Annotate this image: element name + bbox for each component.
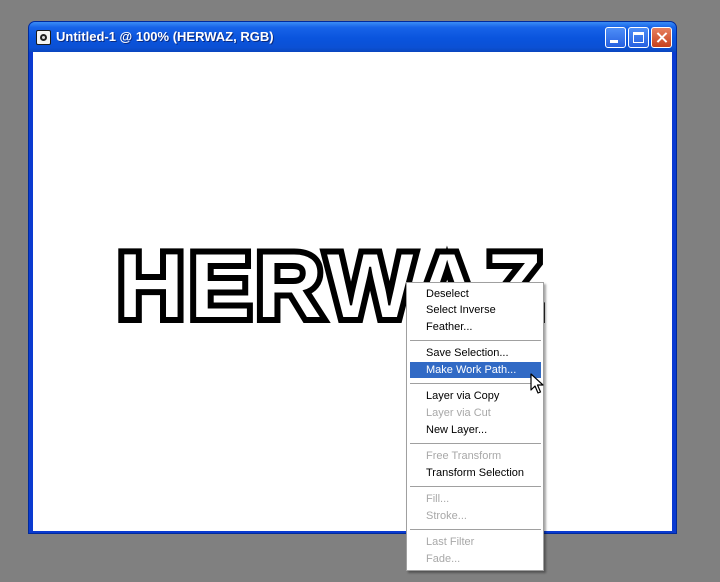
menu-item-feather[interactable]: Feather...	[410, 319, 541, 335]
menu-item-layer-via-copy[interactable]: Layer via Copy	[410, 388, 541, 404]
menu-separator	[410, 383, 541, 384]
menu-separator	[410, 486, 541, 487]
title-bar[interactable]: Untitled-1 @ 100% (HERWAZ, RGB)	[29, 22, 676, 52]
menu-item-stroke[interactable]: Stroke...	[410, 508, 541, 524]
maximize-button[interactable]	[628, 27, 649, 48]
context-menu: Deselect Select Inverse Feather... Save …	[406, 282, 544, 571]
menu-item-free-transform[interactable]: Free Transform	[410, 448, 541, 464]
menu-item-make-work-path[interactable]: Make Work Path...	[410, 362, 541, 378]
menu-item-save-selection[interactable]: Save Selection...	[410, 345, 541, 361]
menu-item-new-layer[interactable]: New Layer...	[410, 422, 541, 438]
arrow-cursor-icon	[530, 373, 544, 394]
window-title: Untitled-1 @ 100% (HERWAZ, RGB)	[56, 29, 274, 44]
menu-item-deselect[interactable]: Deselect	[410, 286, 541, 302]
menu-separator	[410, 340, 541, 341]
menu-separator	[410, 529, 541, 530]
menu-item-select-inverse[interactable]: Select Inverse	[410, 302, 541, 318]
menu-item-transform-selection[interactable]: Transform Selection	[410, 465, 541, 481]
document-canvas[interactable]: HERWAZ HERWAZ	[33, 52, 672, 531]
minimize-button[interactable]	[605, 27, 626, 48]
photoshop-document-icon[interactable]	[36, 30, 51, 45]
close-button[interactable]	[651, 27, 672, 48]
menu-separator	[410, 443, 541, 444]
menu-item-layer-via-cut[interactable]: Layer via Cut	[410, 405, 541, 421]
menu-item-fill[interactable]: Fill...	[410, 491, 541, 507]
menu-item-fade[interactable]: Fade...	[410, 551, 541, 567]
document-window: Untitled-1 @ 100% (HERWAZ, RGB) HERWAZ H…	[28, 21, 677, 534]
menu-item-last-filter[interactable]: Last Filter	[410, 534, 541, 550]
